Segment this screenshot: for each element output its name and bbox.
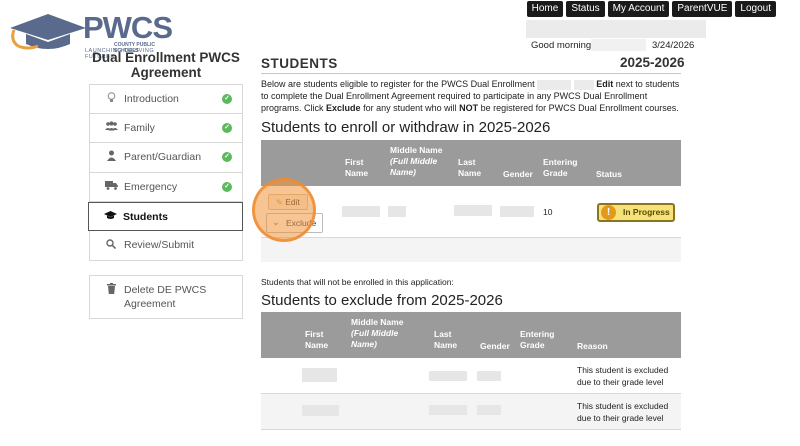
col-last-name: Last Name [458, 157, 482, 178]
col-middle-name-note: (Full Middle Name) [390, 156, 438, 177]
redacted-gender [477, 405, 501, 415]
col-middle-name-label: Middle Name [351, 317, 404, 327]
nav-my-account-button[interactable]: My Account [607, 1, 670, 17]
graduation-cap-icon [103, 210, 117, 223]
redacted-last-name [429, 371, 467, 381]
school-year: 2025-2026 [620, 55, 685, 70]
sidebar-item-parent-guardian[interactable]: Parent/Guardian ✓ [89, 143, 243, 173]
redacted-text [573, 79, 594, 90]
check-icon: ✓ [222, 94, 232, 104]
sidebar-steps: Introduction ✓ Family ✓ Parent/Guardian … [88, 84, 243, 261]
nav-status-button[interactable]: Status [566, 1, 605, 17]
sidebar-item-introduction[interactable]: Introduction ✓ [89, 84, 243, 114]
exclamation-icon: ! [601, 205, 616, 220]
table-row: This student is excluded due to their gr… [261, 394, 681, 430]
instructions-part-1: Below are students eligible to register … [261, 79, 535, 89]
redacted-first-name [302, 368, 337, 382]
greeting-text: Good morning, [531, 40, 594, 51]
edit-button[interactable]: ✎ Edit [268, 194, 308, 210]
instructions-edit-word: Edit [596, 79, 614, 89]
status-badge-label: In Progress [623, 207, 670, 217]
col-middle-name: Middle Name (Full Middle Name) [351, 317, 411, 350]
logo-text: PWCS [83, 10, 173, 45]
chevron-down-icon: ⌄ [272, 217, 280, 227]
redacted-first-name [302, 405, 339, 416]
sidebar-item-emergency[interactable]: Emergency ✓ [89, 172, 243, 202]
redacted-middle-name [388, 206, 406, 217]
graduation-cap-logo-icon [10, 14, 86, 50]
title-divider [261, 73, 681, 74]
col-first-name: First Name [345, 157, 369, 178]
nav-home-button[interactable]: Home [526, 1, 564, 17]
col-entering-grade: Entering Grade [520, 329, 555, 350]
redacted-text [537, 79, 572, 90]
table-row-spacer [261, 238, 681, 262]
sidebar-item-label: Review/Submit [124, 239, 195, 252]
sidebar-item-review-submit[interactable]: Review/Submit [89, 231, 243, 261]
col-middle-name: Middle Name (Full Middle Name) [390, 145, 450, 178]
sidebar-title: Dual Enrollment PWCS Agreement [92, 50, 240, 80]
entering-grade-value: 10 [543, 207, 553, 217]
nav-parentvue-button[interactable]: ParentVUE [672, 1, 733, 17]
redacted-last-name [454, 205, 492, 216]
col-reason: Reason [577, 341, 608, 351]
enroll-table-header: First Name Middle Name (Full Middle Name… [261, 140, 681, 186]
instructions-text: Below are students eligible to register … [261, 78, 681, 114]
sidebar-item-label: Family [124, 121, 155, 134]
sidebar-item-students[interactable]: Students [88, 202, 243, 231]
check-icon: ✓ [222, 122, 232, 133]
redacted-user-name [591, 39, 646, 51]
instructions-part-4: be registered for PWCS Dual Enrollment c… [480, 103, 679, 113]
exclude-section-title: Students to exclude from 2025-2026 [261, 292, 503, 309]
current-date: 3/24/2026 [652, 40, 695, 51]
enroll-section-title: Students to enroll or withdraw in 2025-2… [261, 119, 551, 136]
instructions-exclude-word: Exclude [326, 103, 361, 113]
instructions-not-word: NOT [459, 103, 479, 113]
user-icon [104, 150, 118, 164]
users-icon [104, 121, 118, 134]
exclude-note: Students that will not be enrolled in th… [261, 277, 454, 287]
exclude-button-label: Exclude [286, 218, 317, 228]
col-status: Status [596, 169, 622, 179]
exclusion-reason: This student is excluded due to their gr… [577, 365, 669, 387]
check-icon: ✓ [222, 181, 232, 192]
table-row: This student is excluded due to their gr… [261, 358, 681, 394]
sidebar-item-label: Students [123, 210, 168, 223]
col-last-name: Last Name [434, 329, 458, 350]
col-middle-name-label: Middle Name [390, 145, 443, 155]
col-first-name: First Name [305, 329, 329, 350]
redacted-first-name [342, 206, 380, 217]
pencil-icon: ✎ [276, 198, 283, 207]
col-entering-grade: Entering Grade [543, 157, 578, 178]
pwcs-logo[interactable]: PWCS COUNTY PUBLIC SCHOOLS LAUNCHING THR… [8, 6, 173, 60]
instructions-part-3: for any student who will [363, 103, 457, 113]
page-title: STUDENTS [261, 56, 338, 71]
redacted-banner [526, 20, 706, 38]
top-nav: Home Status My Account ParentVUE Logout [526, 1, 776, 17]
exclusion-reason: This student is excluded due to their gr… [577, 401, 669, 423]
nav-logout-button[interactable]: Logout [735, 1, 776, 17]
sidebar-item-family[interactable]: Family ✓ [89, 113, 243, 143]
delete-agreement-button[interactable]: Delete DE PWCS Agreement [89, 275, 243, 319]
delete-agreement-label: Delete DE PWCS Agreement [124, 284, 207, 310]
col-gender: Gender [480, 341, 510, 351]
col-middle-name-note: (Full Middle Name) [351, 328, 399, 349]
sidebar-item-label: Introduction [124, 92, 179, 105]
lightbulb-icon [104, 91, 118, 106]
sidebar-item-label: Emergency [124, 180, 178, 193]
redacted-gender [500, 206, 534, 217]
search-icon [104, 239, 118, 252]
truck-icon [104, 180, 118, 193]
sidebar-item-label: Parent/Guardian [124, 151, 202, 164]
trash-icon [104, 283, 118, 318]
edit-button-label: Edit [285, 197, 300, 207]
check-icon: ✓ [222, 152, 232, 162]
redacted-gender [477, 371, 501, 381]
exclude-table-header: First Name Middle Name (Full Middle Name… [261, 312, 681, 358]
col-gender: Gender [503, 169, 533, 179]
redacted-last-name [429, 405, 467, 415]
